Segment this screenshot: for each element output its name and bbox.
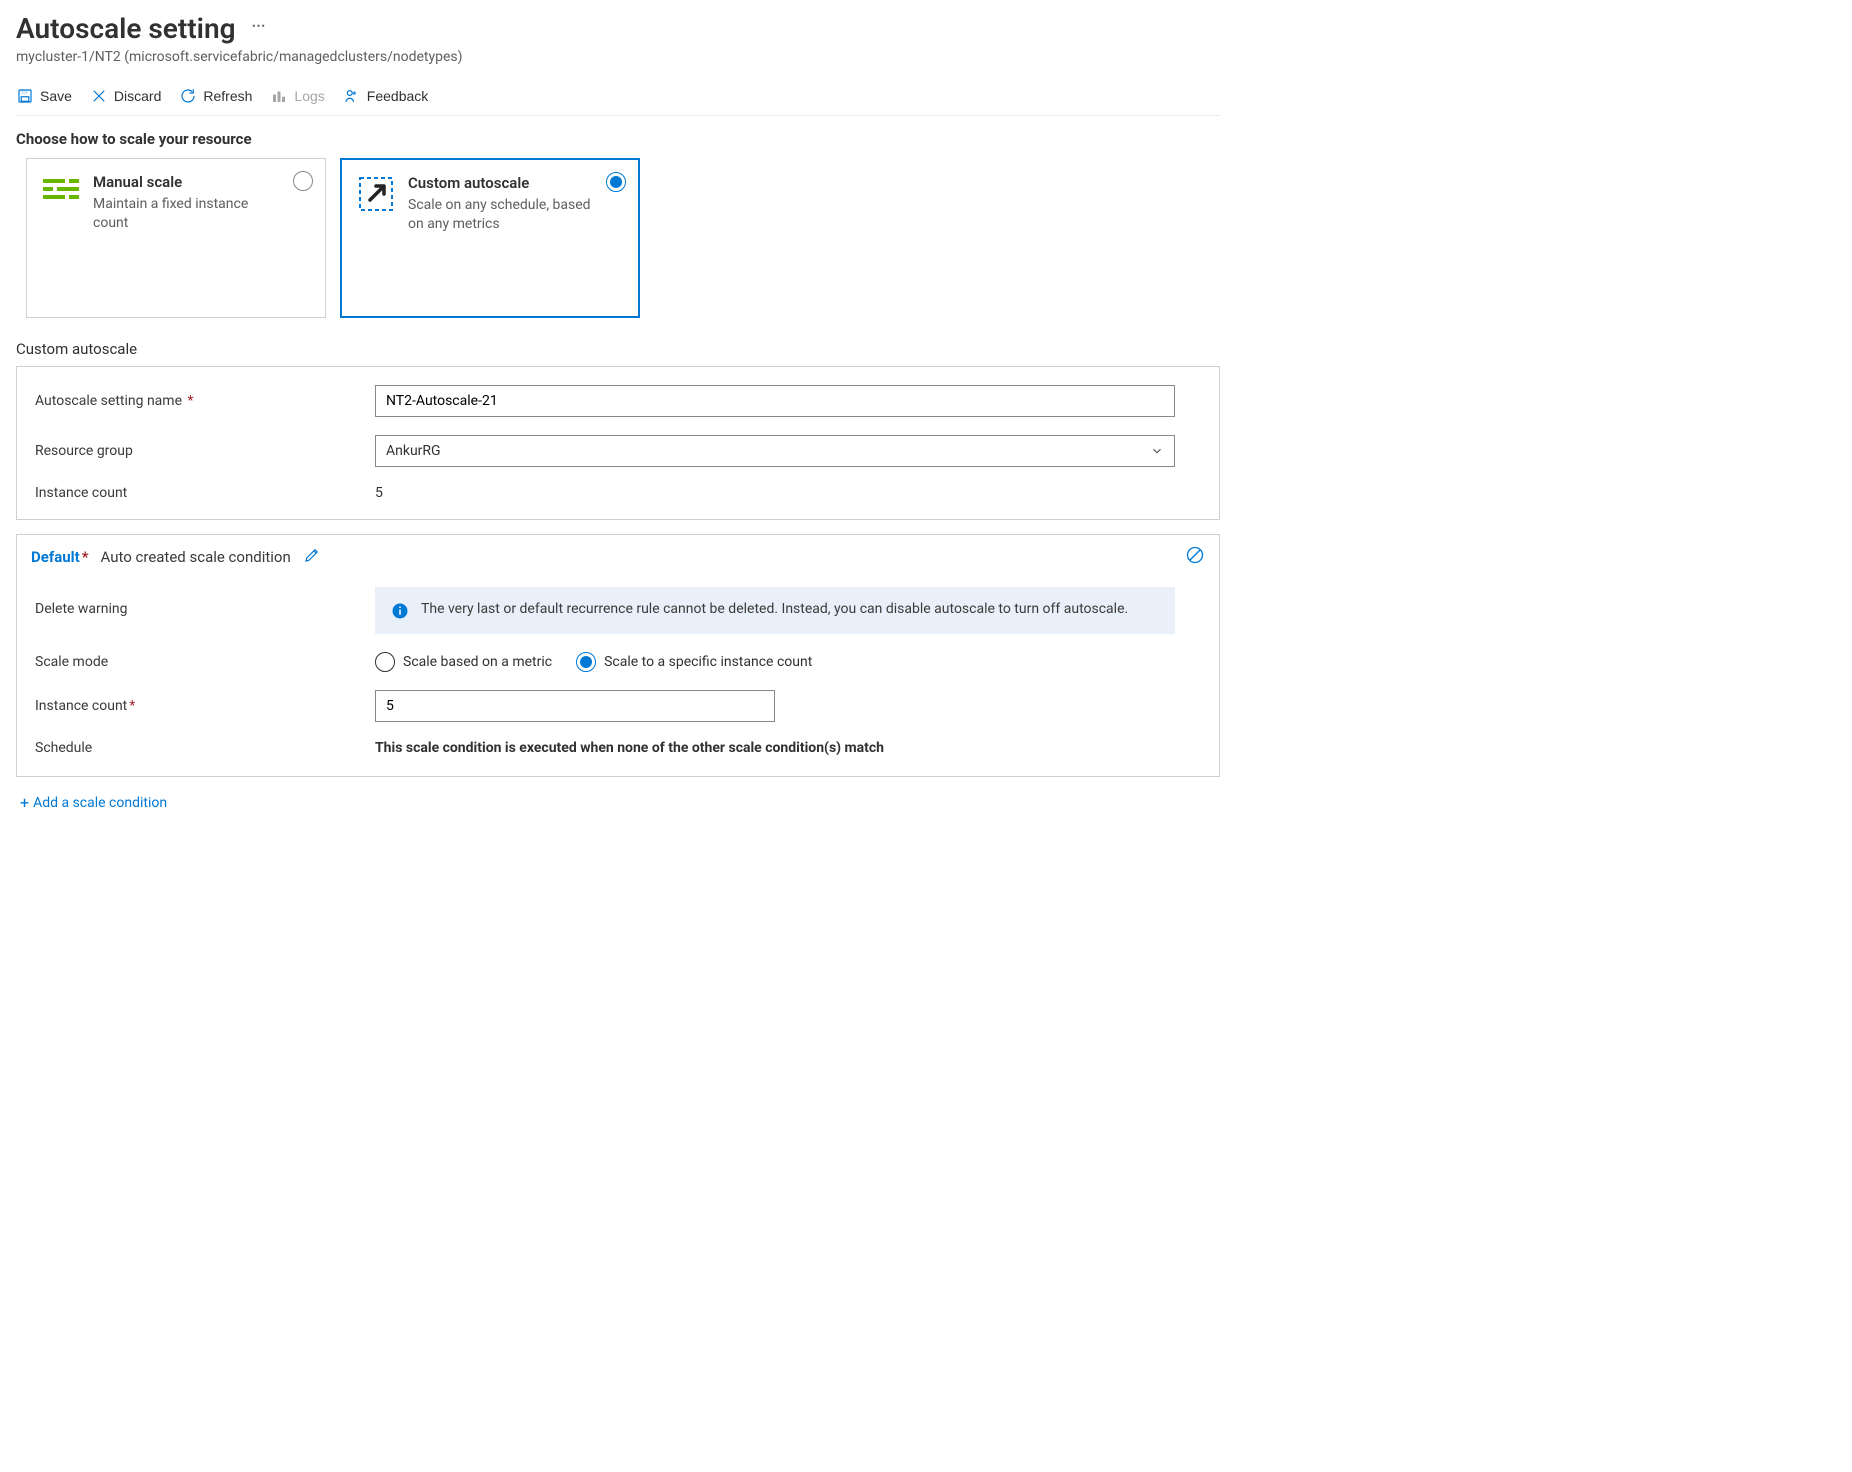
custom-autoscale-icon	[356, 174, 396, 302]
manual-scale-radio[interactable]	[293, 171, 313, 191]
condition-desc: Auto created scale condition	[101, 548, 291, 566]
refresh-icon	[179, 87, 197, 105]
scale-mode-radiogroup: Scale based on a metric Scale to a speci…	[375, 652, 1201, 672]
resource-path: mycluster-1/NT2 (microsoft.servicefabric…	[16, 49, 1220, 65]
instance-count-value: 5	[375, 485, 1201, 501]
condition-name: Default*	[31, 548, 89, 566]
resource-group-value: AnkurRG	[386, 443, 441, 459]
scale-method-cards: Manual scale Maintain a fixed instance c…	[26, 158, 1220, 318]
feedback-icon	[343, 87, 361, 105]
more-actions-icon[interactable]: ⋯	[252, 18, 267, 40]
save-button[interactable]: Save	[16, 87, 72, 105]
custom-autoscale-title: Custom autoscale	[408, 174, 624, 192]
cond-instance-count-input[interactable]	[375, 690, 775, 722]
radio-unchecked-icon	[375, 652, 395, 672]
scale-condition-panel: Default* Auto created scale condition De…	[16, 534, 1220, 777]
scale-mode-count-option[interactable]: Scale to a specific instance count	[576, 652, 812, 672]
save-label: Save	[40, 88, 72, 104]
refresh-button[interactable]: Refresh	[179, 87, 252, 105]
delete-warning-label: Delete warning	[35, 587, 375, 617]
scale-mode-count-label: Scale to a specific instance count	[604, 654, 812, 670]
plus-icon: +	[20, 795, 29, 811]
add-scale-condition-label: Add a scale condition	[33, 795, 167, 811]
schedule-text: This scale condition is executed when no…	[375, 740, 1201, 756]
page-title-text: Autoscale setting	[16, 12, 236, 45]
choose-heading: Choose how to scale your resource	[16, 130, 1220, 148]
refresh-label: Refresh	[203, 88, 252, 104]
add-scale-condition-link[interactable]: + Add a scale condition	[20, 795, 167, 811]
close-icon	[90, 87, 108, 105]
custom-autoscale-section-label: Custom autoscale	[16, 340, 1220, 358]
logs-label: Logs	[294, 88, 324, 104]
scale-mode-metric-label: Scale based on a metric	[403, 654, 552, 670]
discard-button[interactable]: Discard	[90, 87, 161, 105]
manual-scale-desc: Maintain a fixed instance count	[93, 195, 311, 233]
save-icon	[16, 87, 34, 105]
scale-mode-metric-option[interactable]: Scale based on a metric	[375, 652, 552, 672]
custom-autoscale-desc: Scale on any schedule, based on any metr…	[408, 196, 624, 234]
edit-condition-button[interactable]	[303, 546, 321, 568]
custom-autoscale-radio[interactable]	[606, 172, 626, 192]
pencil-icon	[303, 546, 321, 564]
scale-mode-label: Scale mode	[35, 654, 375, 670]
info-icon	[391, 602, 409, 620]
page-title: Autoscale setting ⋯	[16, 12, 1220, 45]
autoscale-settings-panel: Autoscale setting name * Resource group …	[16, 366, 1220, 520]
delete-warning-info: The very last or default recurrence rule…	[375, 587, 1175, 634]
cond-instance-count-label: Instance count*	[35, 698, 375, 714]
resource-group-label: Resource group	[35, 443, 375, 459]
manual-scale-icon	[41, 173, 81, 303]
feedback-label: Feedback	[367, 88, 428, 104]
delete-warning-text: The very last or default recurrence rule…	[421, 601, 1128, 617]
custom-autoscale-card[interactable]: Custom autoscale Scale on any schedule, …	[340, 158, 640, 318]
condition-header: Default* Auto created scale condition	[17, 535, 1219, 587]
manual-scale-title: Manual scale	[93, 173, 311, 191]
radio-checked-icon	[576, 652, 596, 672]
logs-icon	[270, 87, 288, 105]
discard-label: Discard	[114, 88, 161, 104]
logs-button: Logs	[270, 87, 324, 105]
feedback-button[interactable]: Feedback	[343, 87, 428, 105]
manual-scale-card[interactable]: Manual scale Maintain a fixed instance c…	[26, 158, 326, 318]
prohibited-icon	[1185, 545, 1205, 565]
delete-disabled-button	[1185, 545, 1205, 569]
instance-count-label: Instance count	[35, 485, 375, 501]
resource-group-select[interactable]: AnkurRG	[375, 435, 1175, 467]
setting-name-input[interactable]	[375, 385, 1175, 417]
schedule-label: Schedule	[35, 740, 375, 756]
chevron-down-icon	[1150, 444, 1164, 458]
setting-name-label: Autoscale setting name *	[35, 393, 375, 409]
toolbar: Save Discard Refresh Logs Feedback	[16, 79, 1220, 116]
